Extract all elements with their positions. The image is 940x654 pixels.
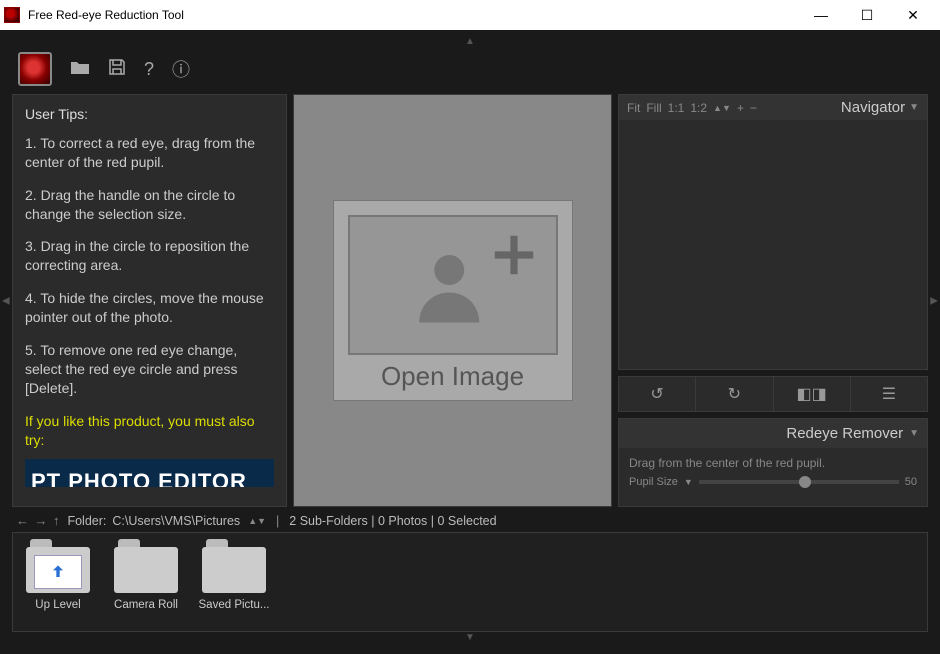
thumb-camera-roll[interactable]: Camera Roll bbox=[107, 539, 185, 625]
thumb-saved-pictures[interactable]: Saved Pictu... bbox=[195, 539, 273, 625]
image-canvas[interactable]: Open Image bbox=[293, 94, 612, 507]
collapse-bottom-icon[interactable]: ▼ bbox=[12, 632, 928, 642]
zoom-updown-icon[interactable]: ▲▼ bbox=[713, 103, 731, 113]
tip-5: 5. To remove one red eye change, select … bbox=[25, 341, 274, 398]
remover-header: Redeye Remover ▼ bbox=[619, 419, 927, 448]
collapse-top-icon[interactable]: ▲ bbox=[12, 36, 928, 46]
flip-vertical-icon[interactable]: ☰ bbox=[851, 377, 927, 411]
redeye-remover-panel: Redeye Remover ▼ Drag from the center of… bbox=[618, 418, 928, 507]
open-image-card[interactable]: Open Image bbox=[333, 200, 573, 401]
thumb-label: Saved Pictu... bbox=[199, 599, 270, 611]
main-content: ◀ ▶ User Tips: 1. To correct a red eye, … bbox=[12, 94, 928, 507]
zoom-1-1[interactable]: 1:1 bbox=[668, 101, 685, 115]
folder-meta: 2 Sub-Folders | 0 Photos | 0 Selected bbox=[289, 514, 496, 528]
window-title: Free Red-eye Reduction Tool bbox=[28, 8, 798, 22]
up-icon[interactable]: ↑ bbox=[53, 513, 60, 528]
transform-row: ↺ ↻ ◧◨ ☰ bbox=[618, 376, 928, 412]
navigator-title: Navigator bbox=[841, 99, 905, 116]
open-image-placeholder bbox=[348, 215, 558, 355]
flip-horizontal-icon[interactable]: ◧◨ bbox=[774, 377, 851, 411]
plus-icon bbox=[490, 231, 538, 279]
zoom-in-icon[interactable]: + bbox=[737, 101, 744, 115]
tips-panel: User Tips: 1. To correct a red eye, drag… bbox=[12, 94, 287, 507]
folder-path-dropdown-icon[interactable]: ▲▼ bbox=[248, 516, 266, 526]
remover-title: Redeye Remover bbox=[786, 425, 903, 442]
folder-icon bbox=[202, 539, 266, 593]
zoom-out-icon[interactable]: − bbox=[750, 101, 757, 115]
pupil-size-row: Pupil Size ▼ 50 bbox=[629, 476, 917, 488]
thumb-label: Camera Roll bbox=[114, 599, 178, 611]
tip-3: 3. Drag in the circle to reposition the … bbox=[25, 237, 274, 275]
folder-bar: ← → ↑ Folder: C:\Users\VMS\Pictures ▲▼ |… bbox=[12, 507, 928, 532]
help-icon[interactable]: ? bbox=[144, 59, 154, 80]
person-icon bbox=[408, 240, 498, 330]
pupil-size-value: 50 bbox=[905, 476, 917, 488]
main-toolbar: ? ⓘ bbox=[12, 46, 928, 94]
remover-hint: Drag from the center of the red pupil. bbox=[629, 456, 917, 470]
tip-4: 4. To hide the circles, move the mouse p… bbox=[25, 289, 274, 327]
zoom-fill[interactable]: Fill bbox=[646, 101, 661, 115]
tip-2: 2. Drag the handle on the circle to chan… bbox=[25, 186, 274, 224]
folder-icon bbox=[26, 539, 90, 593]
navigator-panel: Fit Fill 1:1 1:2 ▲▼ + − Navigator ▼ bbox=[618, 94, 928, 370]
rotate-left-icon[interactable]: ↺ bbox=[619, 377, 696, 411]
promo-text: If you like this product, you must also … bbox=[25, 412, 274, 450]
scrollbar-thumb[interactable] bbox=[927, 461, 928, 481]
forward-icon[interactable]: → bbox=[34, 513, 47, 528]
folder-nav-arrows: ← → ↑ bbox=[16, 513, 61, 528]
back-icon[interactable]: ← bbox=[16, 513, 29, 528]
save-icon[interactable] bbox=[108, 58, 126, 81]
promo-banner[interactable]: PT PHOTO EDITOR bbox=[25, 459, 274, 487]
pupil-size-slider[interactable] bbox=[699, 480, 899, 484]
zoom-controls: Fit Fill 1:1 1:2 ▲▼ + − bbox=[627, 101, 757, 115]
app-icon bbox=[4, 7, 20, 23]
zoom-1-2[interactable]: 1:2 bbox=[690, 101, 707, 115]
eye-logo-icon bbox=[18, 52, 52, 86]
folder-icon bbox=[114, 539, 178, 593]
open-folder-icon[interactable] bbox=[70, 59, 90, 80]
remover-collapse-icon[interactable]: ▼ bbox=[909, 428, 919, 439]
info-icon[interactable]: ⓘ bbox=[172, 56, 190, 82]
pupil-size-label: Pupil Size bbox=[629, 476, 678, 488]
slider-thumb[interactable] bbox=[799, 476, 811, 488]
right-panel: Fit Fill 1:1 1:2 ▲▼ + − Navigator ▼ ↺ ↻ bbox=[618, 94, 928, 507]
window-titlebar: Free Red-eye Reduction Tool — ☐ ✕ bbox=[0, 0, 940, 30]
thumbnail-strip: Up Level Camera Roll Saved Pictu... bbox=[12, 532, 928, 632]
app-body: ▲ ? ⓘ ◀ ▶ User Tips: 1. To correct a red… bbox=[0, 30, 940, 654]
folder-path[interactable]: C:\Users\VMS\Pictures bbox=[112, 514, 240, 528]
rotate-right-icon[interactable]: ↻ bbox=[696, 377, 773, 411]
thumb-up-level[interactable]: Up Level bbox=[19, 539, 97, 625]
minimize-button[interactable]: — bbox=[798, 0, 844, 30]
navigator-header: Fit Fill 1:1 1:2 ▲▼ + − Navigator ▼ bbox=[619, 95, 927, 120]
tips-heading: User Tips: bbox=[25, 105, 274, 124]
thumb-label: Up Level bbox=[35, 599, 80, 611]
navigator-collapse-icon[interactable]: ▼ bbox=[909, 102, 919, 113]
arrow-up-icon bbox=[48, 562, 68, 582]
chevron-down-icon[interactable]: ▼ bbox=[684, 477, 693, 487]
remover-body: Drag from the center of the red pupil. P… bbox=[619, 448, 927, 496]
folder-label: Folder: bbox=[67, 514, 106, 528]
open-image-label: Open Image bbox=[348, 361, 558, 392]
tip-1: 1. To correct a red eye, drag from the c… bbox=[25, 134, 274, 172]
collapse-right-icon[interactable]: ▶ bbox=[930, 295, 938, 306]
close-button[interactable]: ✕ bbox=[890, 0, 936, 30]
collapse-left-icon[interactable]: ◀ bbox=[2, 295, 10, 306]
zoom-fit[interactable]: Fit bbox=[627, 101, 640, 115]
maximize-button[interactable]: ☐ bbox=[844, 0, 890, 30]
